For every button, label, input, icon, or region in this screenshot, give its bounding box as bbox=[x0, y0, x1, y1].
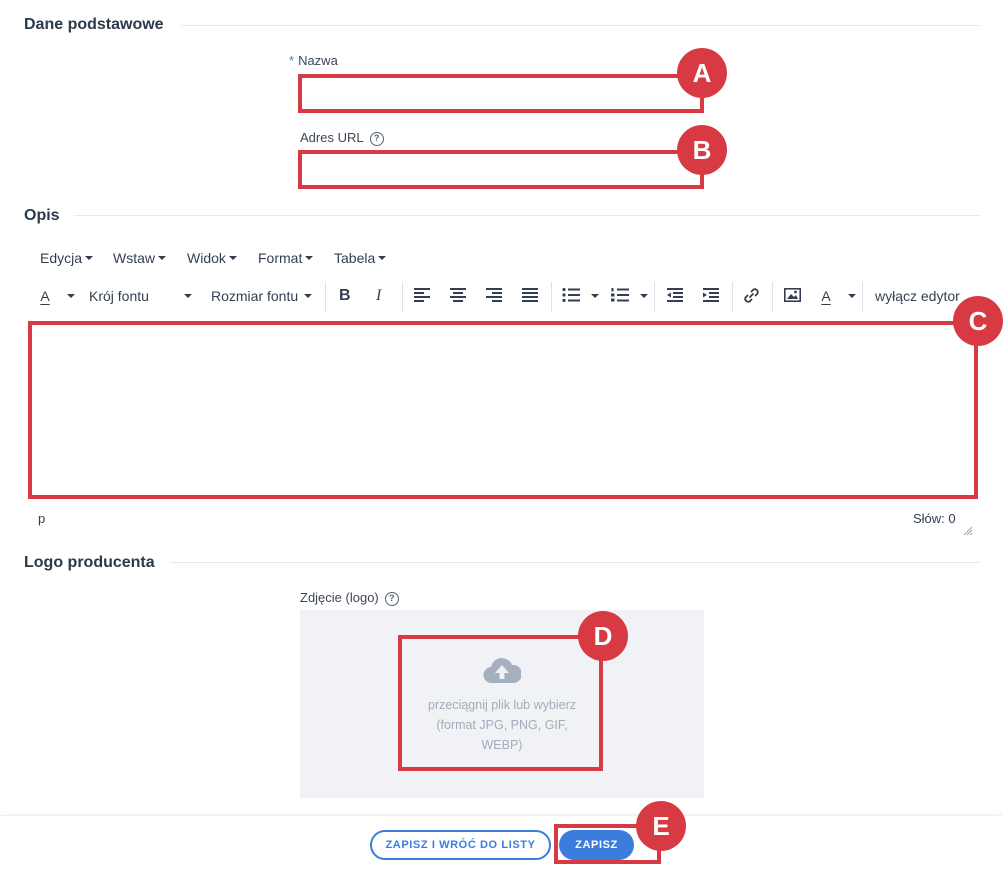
caret-down-icon bbox=[640, 294, 648, 298]
caret-down-icon bbox=[848, 294, 856, 298]
caret-down-icon bbox=[305, 256, 314, 260]
menu-table-label: Tabela bbox=[334, 250, 376, 266]
word-count: Słów: 0 bbox=[913, 511, 956, 526]
background-color-dropdown[interactable] bbox=[845, 284, 856, 308]
caret-down-icon bbox=[158, 256, 166, 260]
dropzone-text-line3: WEBP) bbox=[481, 738, 523, 752]
font-family-select[interactable]: Krój fontu bbox=[89, 284, 149, 308]
photo-label-text: Zdjęcie (logo) bbox=[300, 590, 379, 605]
disable-editor-button[interactable]: wyłącz edytor bbox=[875, 284, 960, 308]
section-divider bbox=[182, 25, 980, 26]
toolbar-separator bbox=[732, 282, 733, 312]
caret-down-icon bbox=[67, 294, 75, 298]
annotation-marker-b: B bbox=[677, 125, 727, 175]
toolbar-separator bbox=[862, 282, 863, 312]
question-circle-icon[interactable]: ? bbox=[384, 592, 399, 606]
annotation-marker-d: D bbox=[578, 611, 628, 661]
bullet-list-icon[interactable] bbox=[562, 288, 580, 312]
name-label-text: Nazwa bbox=[298, 53, 338, 68]
url-input[interactable] bbox=[300, 152, 702, 187]
save-and-back-button[interactable]: ZAPISZ I WRÓĆ DO LISTY bbox=[370, 830, 551, 860]
menu-insert[interactable]: Wstaw bbox=[113, 250, 166, 266]
url-field-label: Adres URL? bbox=[300, 130, 384, 146]
required-mark: * bbox=[289, 53, 295, 68]
link-icon[interactable] bbox=[743, 287, 760, 311]
align-right-icon[interactable] bbox=[486, 288, 502, 312]
image-icon[interactable] bbox=[784, 288, 801, 312]
align-left-icon[interactable] bbox=[414, 288, 430, 312]
menu-view[interactable]: Widok bbox=[187, 250, 237, 266]
caret-down-icon bbox=[85, 256, 94, 260]
annotation-marker-a: A bbox=[677, 48, 727, 98]
url-label-text: Adres URL bbox=[300, 130, 364, 145]
menu-format[interactable]: Format bbox=[258, 250, 314, 266]
text-color-dropdown[interactable] bbox=[64, 284, 75, 308]
question-circle-icon[interactable]: ? bbox=[369, 132, 384, 146]
font-family-dropdown[interactable] bbox=[181, 284, 192, 308]
menu-table[interactable]: Tabela bbox=[334, 250, 387, 266]
section-title-description: Opis bbox=[24, 207, 60, 224]
numbered-list-icon[interactable] bbox=[611, 288, 629, 312]
dropzone-text-line2: (format JPG, PNG, GIF, bbox=[436, 718, 568, 732]
caret-down-icon bbox=[591, 294, 599, 298]
section-divider bbox=[170, 562, 980, 563]
save-button[interactable]: ZAPISZ bbox=[559, 830, 634, 860]
numbered-list-dropdown[interactable] bbox=[637, 284, 648, 308]
font-size-label: Rozmiar fontu bbox=[211, 288, 299, 304]
section-title-basic: Dane podstawowe bbox=[24, 16, 164, 33]
text-color-button[interactable]: A bbox=[38, 284, 52, 308]
menu-edit-label: Edycja bbox=[40, 250, 83, 266]
resize-handle-icon[interactable] bbox=[963, 523, 973, 541]
menu-view-label: Widok bbox=[187, 250, 226, 266]
menu-insert-label: Wstaw bbox=[113, 250, 155, 266]
align-center-icon[interactable] bbox=[450, 288, 466, 312]
outdent-icon[interactable] bbox=[667, 288, 683, 312]
background-color-button[interactable]: A bbox=[819, 284, 833, 308]
align-justify-icon[interactable] bbox=[522, 288, 538, 312]
toolbar-separator bbox=[402, 282, 403, 312]
toolbar-separator bbox=[654, 282, 655, 312]
name-input[interactable] bbox=[300, 76, 702, 111]
caret-down-icon bbox=[304, 294, 313, 298]
editor-element-path[interactable]: p bbox=[38, 511, 45, 526]
toolbar-separator bbox=[325, 282, 326, 312]
logo-dropzone[interactable]: przeciągnij plik lub wybierz (format JPG… bbox=[300, 610, 704, 798]
section-divider bbox=[74, 215, 980, 216]
caret-down-icon bbox=[184, 294, 192, 298]
annotation-marker-e: E bbox=[636, 801, 686, 851]
dropzone-text-line1: przeciągnij plik lub wybierz bbox=[428, 698, 576, 712]
cloud-upload-icon bbox=[483, 658, 523, 689]
bold-button[interactable]: B bbox=[339, 284, 351, 308]
photo-field-label: Zdjęcie (logo)? bbox=[300, 590, 399, 606]
indent-icon[interactable] bbox=[703, 288, 719, 312]
caret-down-icon bbox=[228, 256, 237, 260]
description-editor[interactable] bbox=[28, 322, 978, 498]
menu-edit[interactable]: Edycja bbox=[40, 250, 94, 266]
caret-down-icon bbox=[378, 256, 387, 260]
toolbar-separator bbox=[772, 282, 773, 312]
italic-button[interactable]: I bbox=[376, 284, 381, 308]
bullet-list-dropdown[interactable] bbox=[588, 284, 599, 308]
font-size-select[interactable]: Rozmiar fontu bbox=[211, 284, 313, 308]
font-family-label: Krój fontu bbox=[89, 288, 149, 304]
menu-format-label: Format bbox=[258, 250, 303, 266]
section-title-logo: Logo producenta bbox=[24, 554, 155, 571]
annotation-marker-c: C bbox=[953, 296, 1003, 346]
name-field-label: * Nazwa bbox=[289, 53, 338, 68]
toolbar-separator bbox=[551, 282, 552, 312]
